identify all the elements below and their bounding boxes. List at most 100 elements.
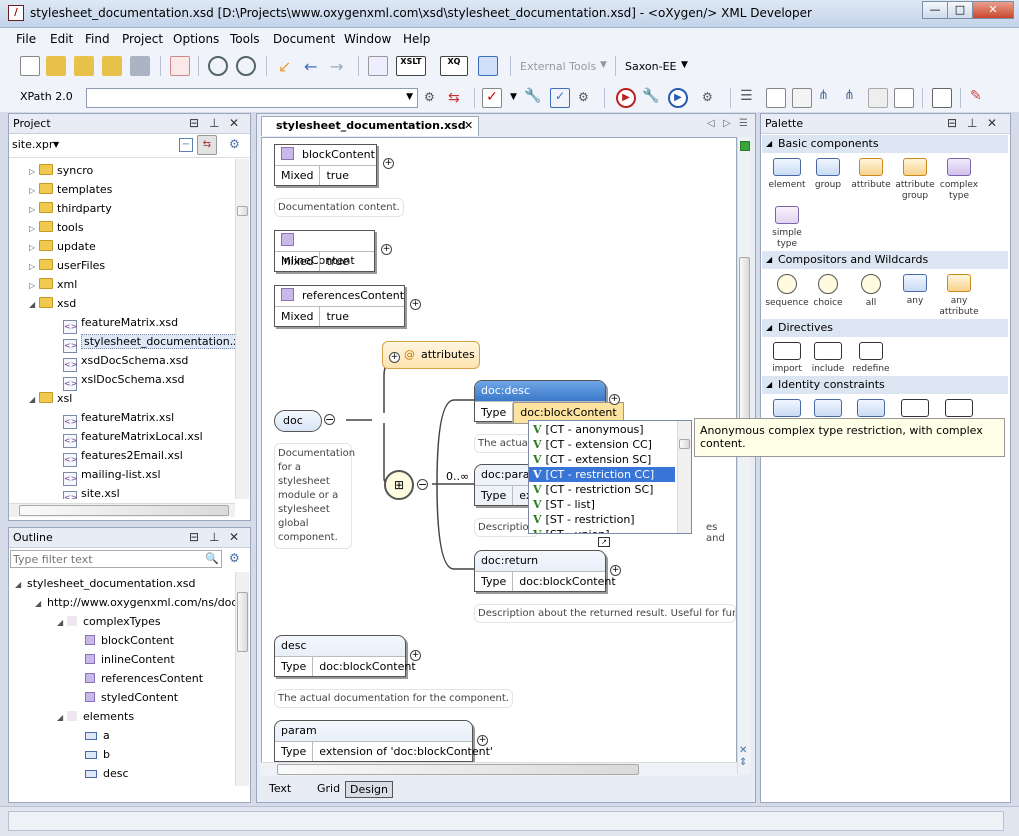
close-icon[interactable]: ✕ [987,116,997,130]
element-desc[interactable]: desc Type doc:blockContent [274,635,416,677]
xpath-version-select[interactable]: XPath 2.0 [20,90,73,103]
project-tree-item[interactable]: ▷ xml [29,275,77,294]
element-doc-return[interactable]: doc:return Type doc:blockContent [474,550,616,592]
run-transform-icon[interactable]: ▶ [616,88,636,108]
menu-window[interactable]: Window [344,32,391,46]
scroll-thumb[interactable] [237,206,248,216]
expanded-icon[interactable]: ◢ [57,708,67,727]
complex-type-referencescontent[interactable]: referencesContent Mixed true [274,285,405,327]
transform-settings-icon[interactable]: ⚙ [702,90,722,110]
project-tree-item[interactable]: ▷ syncro [29,161,93,180]
hierarchy-icon[interactable]: ⋔ [844,88,864,108]
project-tree-item[interactable]: <> site.xsl [63,484,120,499]
tab-text[interactable]: Text [265,781,295,796]
restore-icon[interactable]: ⊟ [189,530,199,544]
pin-icon[interactable]: ✎ [970,88,990,108]
settings-icon[interactable]: ⚙ [229,551,240,565]
outline-tree-item[interactable]: ◢ elements [57,707,134,726]
outline-tree-item[interactable]: ◢ http://www.oxygenxml.com/ns/doc/xs [35,593,235,612]
palette-section-identity[interactable]: ◢ Identity constraints [762,376,1008,394]
autocomplete-scrollbar[interactable] [677,421,691,533]
validation-settings-icon[interactable]: ⚙ [578,90,598,110]
scroll-thumb[interactable] [237,592,248,652]
project-tree-item[interactable]: ▷ templates [29,180,112,199]
expand-icon[interactable]: + [381,244,392,255]
open-recent-icon[interactable] [102,56,122,76]
autocomplete-item[interactable]: V [CT - restriction SC] [529,482,675,497]
palette-complex-type[interactable]: complex type [933,158,985,202]
menu-options[interactable]: Options [173,32,219,46]
expand-icon[interactable]: ▷ [29,162,39,181]
layout-icon[interactable] [368,56,388,76]
collapse-icon[interactable]: − [324,414,335,425]
outline-tree-item[interactable]: referencesContent [75,669,203,688]
minimize-button[interactable]: — [922,1,948,19]
project-tree-item[interactable]: ◢ xsd [29,294,76,313]
pin-icon[interactable]: ⊥ [209,116,219,130]
expanded-icon[interactable]: ◢ [35,594,45,613]
scroll-up-down-icon[interactable]: ⇕ [739,757,747,768]
outline-tree-item[interactable]: blockContent [75,631,174,650]
element-doc-param[interactable]: doc:param Type ex [474,464,540,506]
expand-icon[interactable]: + [410,650,421,661]
menu-file[interactable]: File [16,32,36,46]
autocomplete-item[interactable]: V [CT - restriction CC] [529,467,675,482]
refresh-icon[interactable] [868,88,888,108]
schema-icon[interactable] [792,88,812,108]
new-file-icon[interactable] [20,56,40,76]
project-tree-item[interactable]: ◢ xsl [29,389,72,408]
tab-right-icon[interactable]: ▷ [723,118,731,129]
save-icon[interactable] [130,56,150,76]
palette-section-compositors[interactable]: ◢ Compositors and Wildcards [762,251,1008,269]
autocomplete-item[interactable]: V [CT - extension SC] [529,452,675,467]
tab-list-icon[interactable]: ☰ [739,118,748,129]
close-button[interactable]: ✕ [972,1,1014,19]
project-file-name[interactable]: site.xpr [12,138,53,151]
expand-icon[interactable]: + [389,352,400,363]
palette-section-directives[interactable]: ◢ Directives [762,319,1008,337]
expand-icon[interactable]: + [383,158,394,169]
project-tree-item[interactable]: <>stylesheet_documentation.xsd [63,332,235,353]
edit-icon[interactable] [932,88,952,108]
element-doc[interactable]: doc [274,410,322,432]
project-tree-item[interactable]: <> featureMatrix.xsd [63,313,178,334]
search-icon[interactable]: 🔍 [205,552,219,565]
restore-icon[interactable]: ⊟ [947,116,957,130]
design-canvas[interactable]: blockContent Mixed true + Documentation c… [261,137,737,774]
debug-transform-icon[interactable]: ▶ [668,88,688,108]
collapse-all-icon[interactable]: − [179,138,193,152]
expand-icon[interactable]: ▷ [29,257,39,276]
report-icon[interactable] [894,88,914,108]
menu-help[interactable]: Help [403,32,430,46]
expanded-icon[interactable]: ◢ [29,390,39,409]
open-folder-icon[interactable] [46,56,66,76]
outline-tree-item[interactable]: b [75,745,110,764]
expand-icon[interactable]: + [610,565,621,576]
close-icon[interactable]: ✕ [229,530,239,544]
chevron-down-icon[interactable]: ▼ [53,140,59,149]
outline-vertical-scrollbar[interactable] [235,572,249,786]
tab-grid[interactable]: Grid [313,781,344,796]
transformer-select[interactable]: Saxon-EE [625,60,676,73]
document-icon[interactable] [766,88,786,108]
outline-tree-item[interactable]: inlineContent [75,650,175,669]
palette-redefine[interactable]: redefine [845,342,897,375]
flatten-icon[interactable]: ⋔ [818,88,838,108]
close-tab-icon[interactable]: ✕ [464,117,473,135]
xpath-history-icon[interactable]: ⇆ [448,90,468,110]
outline-tree-item[interactable]: ◢ complexTypes [57,612,161,631]
expand-icon[interactable]: + [410,299,421,310]
pin-icon[interactable]: ⊥ [209,530,219,544]
tab-left-icon[interactable]: ◁ [707,118,715,129]
configure-transform-icon[interactable]: 🔧 [642,88,662,108]
collapse-icon[interactable]: − [417,479,428,490]
project-tree-item[interactable]: <> mailing-list.xsl [63,465,161,486]
expanded-icon[interactable]: ◢ [15,575,25,594]
element-doc-desc[interactable]: doc:desc Type doc:blockContent [474,380,624,424]
expand-icon[interactable]: ▷ [29,181,39,200]
complex-type-blockcontent[interactable]: blockContent Mixed true [274,144,377,186]
xpath-input[interactable]: ▼ [86,88,418,108]
autocomplete-item[interactable]: V [CT - extension CC] [529,437,675,452]
complex-type-inlinecontent[interactable]: inlineContent Mixed true [274,230,375,272]
validate-icon[interactable]: ✓ [482,88,502,108]
